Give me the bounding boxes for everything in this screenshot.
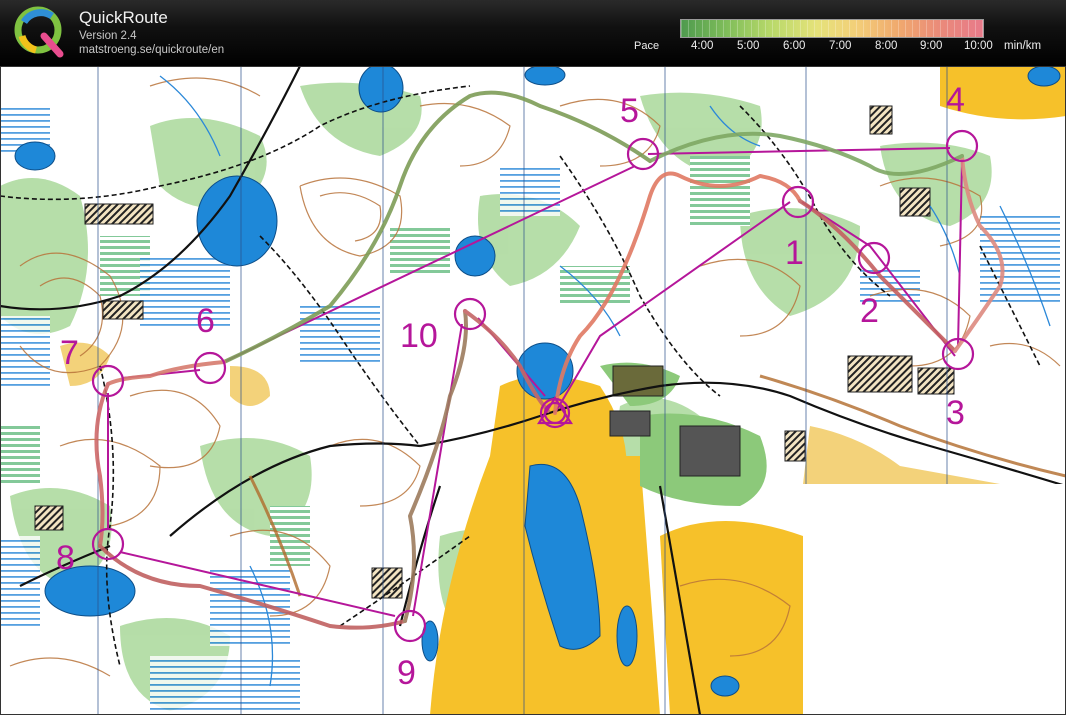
pace-color-scale — [680, 19, 984, 38]
control-label-3: 3 — [946, 394, 965, 432]
pace-tick: 8:00 — [875, 40, 898, 52]
quickroute-logo-icon — [14, 6, 64, 58]
control-label-9: 9 — [397, 654, 416, 692]
control-label-10: 10 — [400, 317, 438, 355]
pace-tick: 5:00 — [737, 40, 760, 52]
control-label-8: 8 — [56, 539, 75, 577]
orienteering-map[interactable]: 1 2 3 4 5 6 7 8 9 10 — [0, 66, 1066, 715]
pace-label: Pace — [634, 40, 660, 52]
pace-tick: 4:00 — [691, 40, 714, 52]
pace-tick: 9:00 — [920, 40, 943, 52]
control-label-6: 6 — [196, 302, 215, 340]
control-label-1: 1 — [785, 234, 804, 272]
app-title: QuickRoute — [79, 8, 168, 27]
control-label-7: 7 — [60, 334, 79, 372]
blank-area — [803, 484, 1066, 715]
map-canvas[interactable]: 1 2 3 4 5 6 7 8 9 10 — [0, 66, 1066, 715]
pace-tick: 6:00 — [783, 40, 806, 52]
pace-unit: min/km — [1004, 40, 1042, 52]
app-url[interactable]: matstroeng.se/quickroute/en — [79, 44, 224, 56]
app-header: QuickRoute Version 2.4 matstroeng.se/qui… — [0, 0, 1066, 66]
control-label-5: 5 — [620, 92, 639, 130]
app-version: Version 2.4 — [79, 30, 137, 42]
control-label-2: 2 — [860, 292, 879, 330]
control-label-4: 4 — [946, 81, 965, 119]
pace-tick: 10:00 — [964, 40, 993, 52]
pace-tick: 7:00 — [829, 40, 852, 52]
